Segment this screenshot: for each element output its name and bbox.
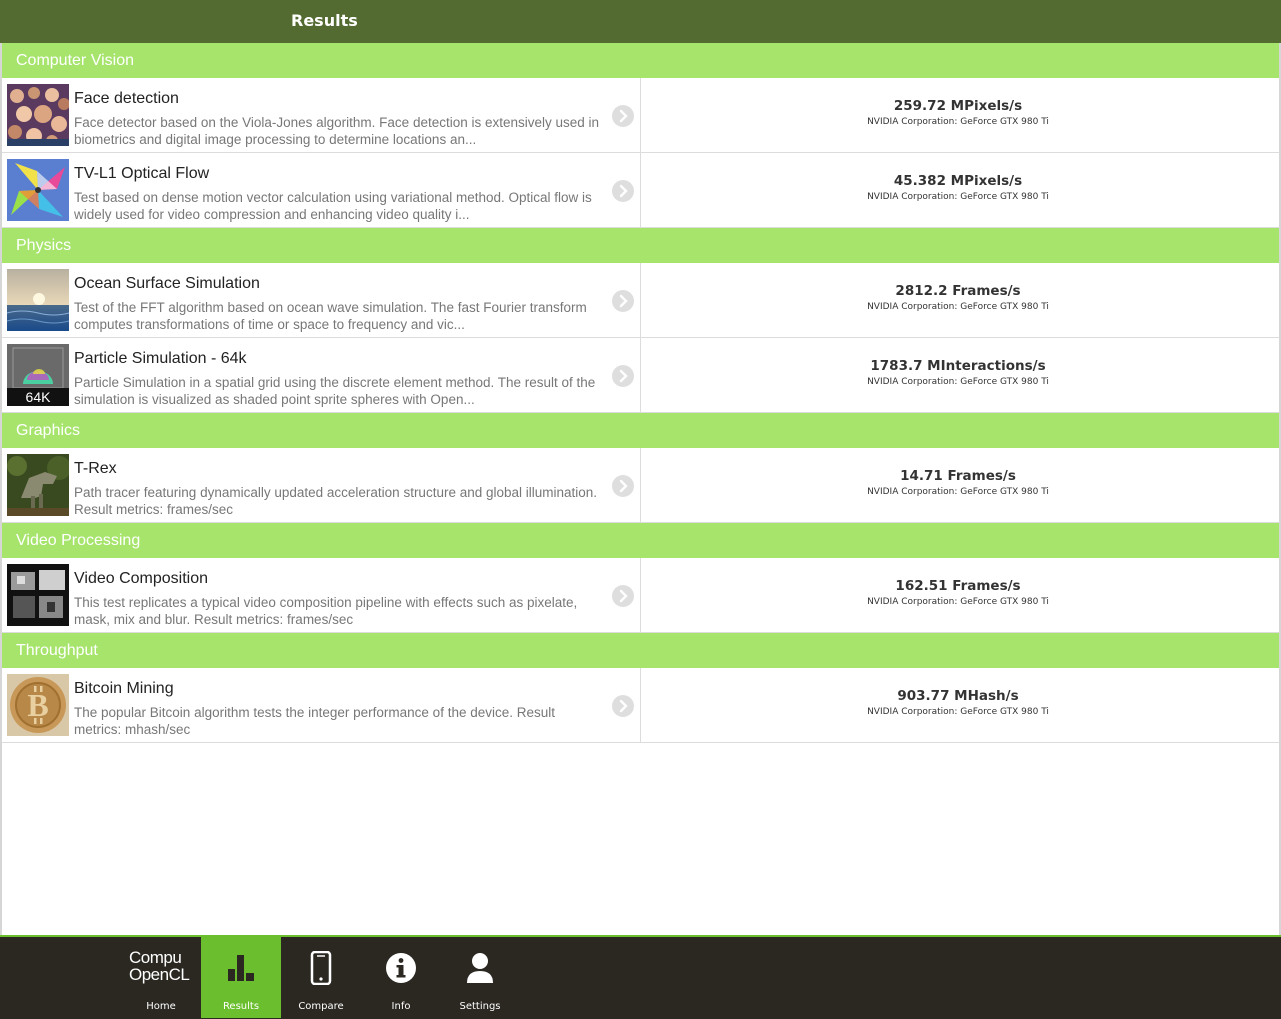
crowd-faces-thumbnail bbox=[7, 84, 69, 146]
nav-label: Compare bbox=[298, 1001, 344, 1012]
score-value: 259.72 MPixels/s bbox=[893, 98, 1023, 114]
nav-label: Info bbox=[391, 1001, 411, 1012]
test-info[interactable]: Video Composition This test replicates a… bbox=[2, 558, 641, 632]
device-name: NVIDIA Corporation: GeForce GTX 980 Ti bbox=[867, 192, 1049, 202]
test-description: Face detector based on the Viola-Jones a… bbox=[74, 115, 600, 147]
category-header-throughput: Throughput bbox=[2, 633, 1279, 668]
score-value: 2812.2 Frames/s bbox=[895, 283, 1021, 299]
test-result: 1783.7 MInteractions/s NVIDIA Corporatio… bbox=[641, 338, 1279, 412]
device-name: NVIDIA Corporation: GeForce GTX 980 Ti bbox=[867, 117, 1049, 127]
test-info[interactable]: 64K Particle Simulation - 64k Particle S… bbox=[2, 338, 641, 412]
test-info[interactable]: B Bitcoin Mining The popular Bitcoin alg… bbox=[2, 668, 641, 742]
results-list[interactable]: Computer Vision Face detection Face dete… bbox=[0, 43, 1281, 935]
device-name: NVIDIA Corporation: GeForce GTX 980 Ti bbox=[867, 707, 1049, 717]
device-name: NVIDIA Corporation: GeForce GTX 980 Ti bbox=[867, 302, 1049, 312]
nav-label: Settings bbox=[459, 1001, 501, 1012]
test-info[interactable]: T-Rex Path tracer featuring dynamically … bbox=[2, 448, 641, 522]
test-result: 903.77 MHash/s NVIDIA Corporation: GeFor… bbox=[641, 668, 1279, 742]
nav-label: Results bbox=[222, 1001, 260, 1012]
category-header-computer-vision: Computer Vision bbox=[2, 43, 1279, 78]
info-icon bbox=[385, 951, 417, 985]
category-header-physics: Physics bbox=[2, 228, 1279, 263]
test-info[interactable]: TV-L1 Optical Flow Test based on dense m… bbox=[2, 153, 641, 227]
test-description: Test based on dense motion vector calcul… bbox=[74, 190, 592, 222]
trex-thumbnail bbox=[7, 454, 69, 516]
chevron-right-icon[interactable] bbox=[612, 290, 634, 312]
header-bar: Results bbox=[0, 0, 1281, 43]
test-result: 2812.2 Frames/s NVIDIA Corporation: GeFo… bbox=[641, 263, 1279, 337]
test-result: 45.382 MPixels/s NVIDIA Corporation: GeF… bbox=[641, 153, 1279, 227]
test-row-ocean-surface[interactable]: Ocean Surface Simulation Test of the FFT… bbox=[2, 263, 1279, 338]
test-row-video-composition[interactable]: Video Composition This test replicates a… bbox=[2, 558, 1279, 633]
device-name: NVIDIA Corporation: GeForce GTX 980 Ti bbox=[867, 597, 1049, 607]
chevron-right-icon[interactable] bbox=[612, 475, 634, 497]
test-title: Particle Simulation - 64k bbox=[74, 350, 247, 367]
nav-compare[interactable]: Compare bbox=[281, 937, 361, 1018]
bottom-nav-bar: Compu OpenCL Home Results Compare Info S… bbox=[0, 935, 1281, 1019]
phone-icon bbox=[305, 951, 337, 985]
test-description: Path tracer featuring dynamically update… bbox=[74, 485, 598, 517]
test-description: Test of the FFT algorithm based on ocean… bbox=[74, 300, 587, 332]
test-row-particle-simulation[interactable]: 64K Particle Simulation - 64k Particle S… bbox=[2, 338, 1279, 413]
category-header-video-processing: Video Processing bbox=[2, 523, 1279, 558]
bitcoin-coin-thumbnail: B bbox=[7, 674, 69, 736]
test-result: 259.72 MPixels/s NVIDIA Corporation: GeF… bbox=[641, 78, 1279, 152]
test-title: Face detection bbox=[74, 90, 179, 107]
particle-sphere-thumbnail: 64K bbox=[7, 344, 69, 406]
category-header-graphics: Graphics bbox=[2, 413, 1279, 448]
thumbnail-label: 64K bbox=[26, 389, 52, 405]
score-value: 162.51 Frames/s bbox=[895, 578, 1021, 594]
chevron-right-icon[interactable] bbox=[612, 365, 634, 387]
chevron-right-icon[interactable] bbox=[612, 105, 634, 127]
nav-settings[interactable]: Settings bbox=[440, 937, 520, 1018]
test-description: The popular Bitcoin algorithm tests the … bbox=[74, 705, 556, 737]
test-description: This test replicates a typical video com… bbox=[74, 595, 578, 627]
test-result: 14.71 Frames/s NVIDIA Corporation: GeFor… bbox=[641, 448, 1279, 522]
device-name: NVIDIA Corporation: GeForce GTX 980 Ti bbox=[867, 487, 1049, 497]
video-frames-thumbnail bbox=[7, 564, 69, 626]
user-icon bbox=[464, 951, 496, 985]
chevron-right-icon[interactable] bbox=[612, 180, 634, 202]
compubench-logo: Compu OpenCL bbox=[129, 948, 190, 984]
score-value: 45.382 MPixels/s bbox=[893, 173, 1023, 189]
test-description: Particle Simulation in a spatial grid us… bbox=[74, 375, 596, 407]
page-title: Results bbox=[291, 11, 358, 30]
test-title: Video Composition bbox=[74, 570, 209, 587]
test-info[interactable]: Face detection Face detector based on th… bbox=[2, 78, 641, 152]
test-title: T-Rex bbox=[74, 460, 117, 477]
nav-results[interactable]: Results bbox=[201, 937, 281, 1018]
score-value: 903.77 MHash/s bbox=[897, 688, 1019, 704]
ocean-sunset-thumbnail bbox=[7, 269, 69, 331]
score-value: 1783.7 MInteractions/s bbox=[870, 358, 1046, 374]
test-title: Ocean Surface Simulation bbox=[74, 275, 260, 292]
device-name: NVIDIA Corporation: GeForce GTX 980 Ti bbox=[867, 377, 1049, 387]
bar-chart-icon bbox=[225, 951, 257, 985]
chevron-right-icon[interactable] bbox=[612, 585, 634, 607]
nav-info[interactable]: Info bbox=[361, 937, 441, 1018]
pinwheel-thumbnail bbox=[7, 159, 69, 221]
test-row-bitcoin-mining[interactable]: B Bitcoin Mining The popular Bitcoin alg… bbox=[2, 668, 1279, 743]
nav-label: Home bbox=[146, 1001, 176, 1012]
test-row-trex[interactable]: T-Rex Path tracer featuring dynamically … bbox=[2, 448, 1279, 523]
chevron-right-icon[interactable] bbox=[612, 695, 634, 717]
score-value: 14.71 Frames/s bbox=[900, 468, 1016, 484]
test-row-optical-flow[interactable]: TV-L1 Optical Flow Test based on dense m… bbox=[2, 153, 1279, 228]
test-title: TV-L1 Optical Flow bbox=[74, 165, 210, 182]
test-title: Bitcoin Mining bbox=[74, 680, 174, 697]
test-info[interactable]: Ocean Surface Simulation Test of the FFT… bbox=[2, 263, 641, 337]
test-result: 162.51 Frames/s NVIDIA Corporation: GeFo… bbox=[641, 558, 1279, 632]
svg-text:B: B bbox=[27, 687, 48, 723]
test-row-face-detection[interactable]: Face detection Face detector based on th… bbox=[2, 78, 1279, 153]
nav-home[interactable]: Compu OpenCL Home bbox=[121, 937, 201, 1018]
